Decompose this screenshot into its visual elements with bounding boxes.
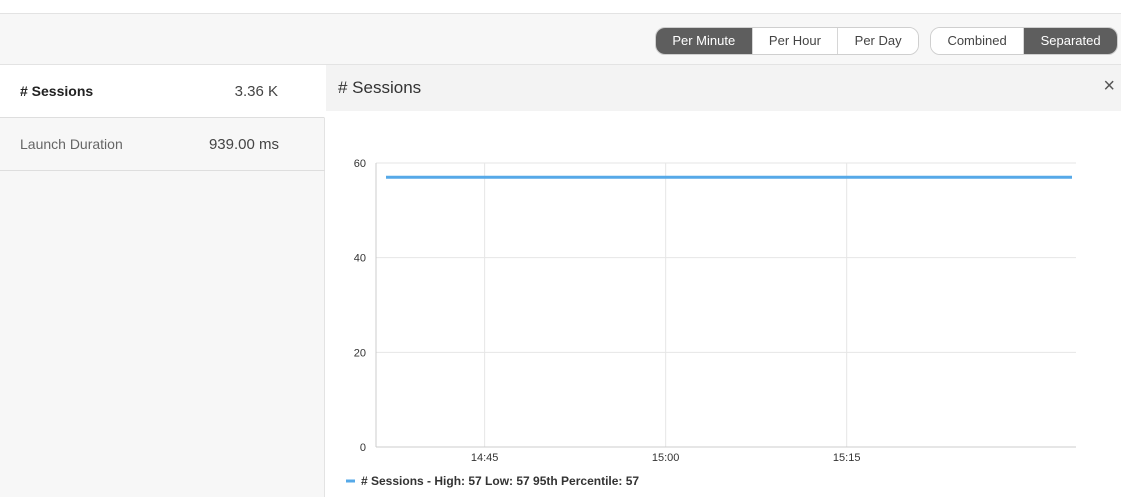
metric-value: 939.00 ms <box>208 136 279 153</box>
chart-title: # Sessions <box>338 78 422 97</box>
legend-label: # Sessions - High: 57 Low: 57 95th Perce… <box>361 474 639 488</box>
per-hour-button[interactable]: Per Hour <box>752 28 839 54</box>
metric-label: # Sessions <box>20 83 94 99</box>
metric-value: 3.36 K <box>234 83 278 100</box>
metrics-list: # Sessions 3.36 K Launch Duration 939.00… <box>0 65 325 497</box>
chart-header: # Sessions × <box>326 65 1121 111</box>
y-tick-label: 20 <box>354 347 366 359</box>
per-day-button[interactable]: Per Day <box>838 28 918 54</box>
time-granularity-toggle: Per Minute Per Hour Per Day <box>655 27 919 55</box>
metric-row-launch-duration[interactable]: Launch Duration 939.00 ms <box>0 118 325 171</box>
x-tick-label: 15:15 <box>833 452 861 464</box>
y-tick-label: 60 <box>354 158 366 170</box>
y-tick-label: 40 <box>354 253 366 265</box>
chart-panel: # Sessions × 0 20 40 60 14:45 15:00 15:15 # Ses… <box>326 65 1121 497</box>
sessions-line-chart: 0 20 40 60 14:45 15:00 15:15 # Sessions - High:… <box>346 158 1076 488</box>
metric-label: Launch Duration <box>20 136 123 152</box>
per-minute-button[interactable]: Per Minute <box>656 28 753 54</box>
view-mode-toggle: Combined Separated <box>930 27 1118 55</box>
separated-button[interactable]: Separated <box>1024 28 1117 54</box>
toolbar: Per Minute Per Hour Per Day Combined Sep… <box>0 13 1121 65</box>
x-tick-label: 15:00 <box>652 452 680 464</box>
x-tick-label: 14:45 <box>471 452 499 464</box>
metric-row-sessions[interactable]: # Sessions 3.36 K <box>0 65 325 118</box>
y-tick-label: 0 <box>360 442 366 454</box>
combined-button[interactable]: Combined <box>931 28 1025 54</box>
close-icon[interactable]: × <box>1103 75 1115 97</box>
